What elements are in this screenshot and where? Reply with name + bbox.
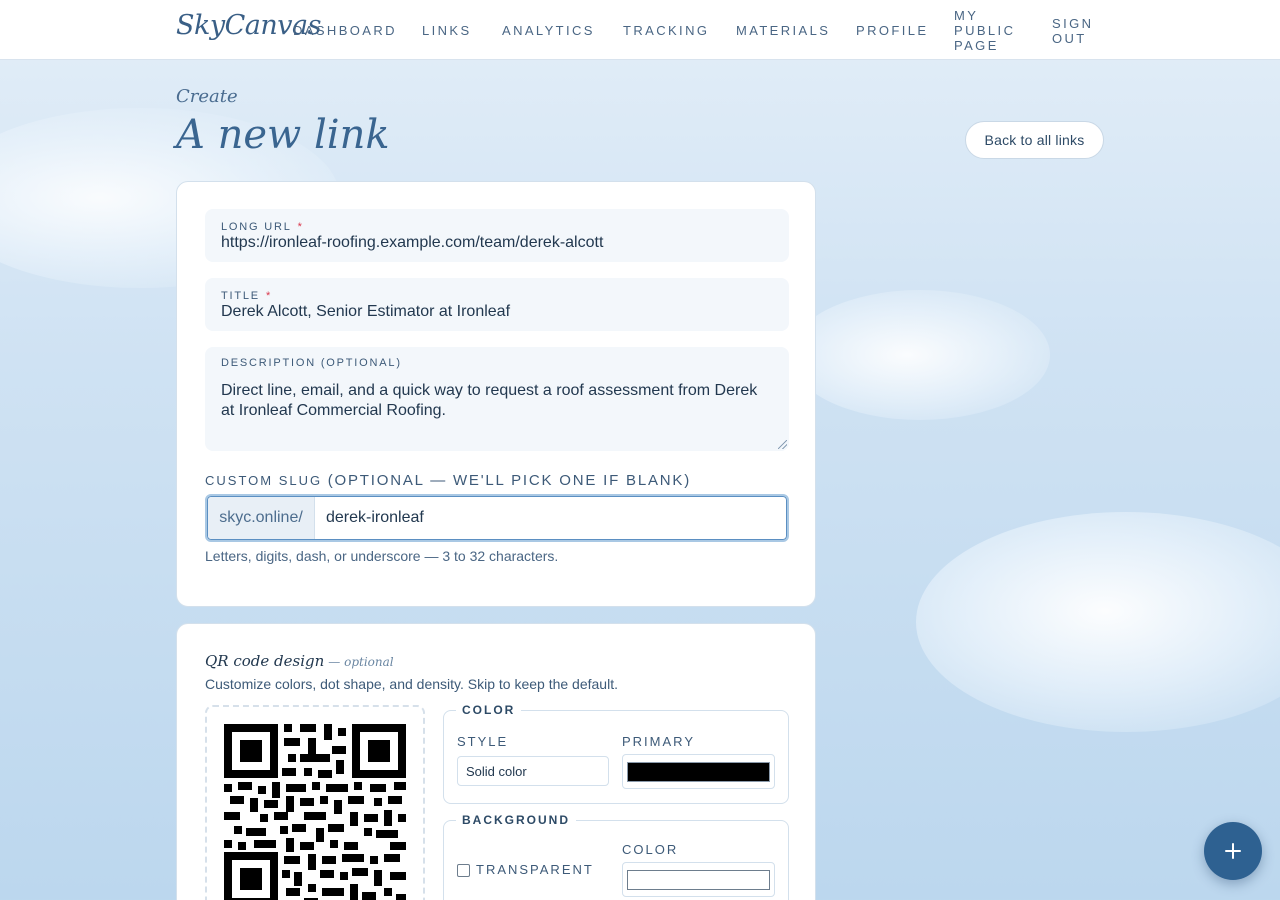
primary-color-swatch bbox=[627, 762, 770, 782]
page-title: A new link bbox=[176, 112, 390, 158]
long-url-input[interactable]: https://ironleaf-roofing.example.com/tea… bbox=[221, 234, 603, 252]
back-to-links-button[interactable]: Back to all links bbox=[965, 121, 1104, 159]
required-marker: * bbox=[297, 221, 304, 233]
qr-design-card: QR code design — optional Customize color… bbox=[176, 623, 816, 900]
breadcrumb: Create bbox=[176, 86, 238, 107]
background-color-swatch bbox=[627, 870, 770, 890]
background-color-picker[interactable] bbox=[622, 862, 775, 897]
nav-public-page-line: MY bbox=[954, 8, 979, 23]
slug-optional-note: (OPTIONAL — WE'LL PICK ONE IF BLANK) bbox=[327, 472, 692, 489]
nav-materials[interactable]: MATERIALS bbox=[736, 23, 830, 38]
transparent-checkbox[interactable] bbox=[457, 864, 470, 877]
slug-input[interactable]: derek-ironleaf bbox=[326, 509, 424, 527]
description-textarea[interactable]: Direct line, email, and a quick way to r… bbox=[221, 381, 773, 421]
description-field[interactable]: DESCRIPTION (OPTIONAL) Direct line, emai… bbox=[205, 347, 789, 451]
nav-public-page-line: PAGE bbox=[954, 38, 999, 53]
nav-analytics[interactable]: ANALYTICS bbox=[502, 23, 595, 38]
nav-sign-out[interactable]: SIGN OUT bbox=[1052, 16, 1093, 46]
long-url-field[interactable]: LONG URL * https://ironleaf-roofing.examp… bbox=[205, 209, 789, 262]
slug-prefix: skyc.online/ bbox=[208, 497, 315, 539]
qr-preview bbox=[205, 705, 425, 900]
nav-public-page[interactable]: MY PUBLIC PAGE bbox=[954, 8, 1015, 53]
primary-color-picker[interactable] bbox=[622, 754, 775, 789]
primary-color-label: PRIMARY bbox=[622, 734, 695, 749]
nav-public-page-line: PUBLIC bbox=[954, 23, 1016, 38]
cloud-decoration bbox=[916, 512, 1280, 732]
nav-links[interactable]: LINKS bbox=[422, 23, 472, 38]
style-select[interactable]: Solid color bbox=[457, 756, 609, 786]
qr-background-group: BACKGROUND TRANSPARENT COLOR bbox=[443, 813, 789, 900]
style-label: STYLE bbox=[457, 734, 509, 749]
description-label: DESCRIPTION (OPTIONAL) bbox=[221, 357, 402, 369]
qr-subtitle: Customize colors, dot shape, and density… bbox=[205, 676, 618, 692]
nav-dashboard[interactable]: DASHBOARD bbox=[293, 23, 397, 38]
resize-handle-icon[interactable] bbox=[778, 440, 787, 449]
create-fab-button[interactable] bbox=[1204, 822, 1262, 880]
nav-tracking[interactable]: TRACKING bbox=[623, 23, 709, 38]
plus-icon bbox=[1225, 843, 1241, 859]
title-field[interactable]: TITLE * Derek Alcott, Senior Estimator at… bbox=[205, 278, 789, 331]
qr-color-legend: COLOR bbox=[462, 703, 516, 717]
qr-heading: QR code design — optional bbox=[205, 652, 394, 670]
cloud-decoration bbox=[790, 290, 1050, 420]
slug-input-group[interactable]: skyc.online/ derek-ironleaf bbox=[205, 494, 789, 542]
nav-sign-out-line: OUT bbox=[1052, 31, 1087, 46]
qr-background-legend: BACKGROUND bbox=[462, 813, 570, 827]
qr-heading-optional: — optional bbox=[328, 655, 394, 669]
title-label: TITLE * bbox=[221, 290, 273, 302]
link-form-card: LONG URL * https://ironleaf-roofing.examp… bbox=[176, 181, 816, 607]
title-input[interactable]: Derek Alcott, Senior Estimator at Ironle… bbox=[221, 303, 510, 321]
long-url-label: LONG URL * bbox=[221, 221, 304, 233]
slug-label: CUSTOM SLUG (OPTIONAL — WE'LL PICK ONE I… bbox=[205, 472, 692, 489]
top-nav: SkyCanvas DASHBOARD LINKS ANALYTICS TRAC… bbox=[0, 0, 1280, 60]
background-color-label: COLOR bbox=[622, 842, 679, 857]
nav-sign-out-line: SIGN bbox=[1052, 16, 1094, 31]
nav-profile[interactable]: PROFILE bbox=[856, 23, 928, 38]
required-marker: * bbox=[265, 290, 273, 302]
qr-code-image bbox=[224, 724, 406, 900]
slug-hint: Letters, digits, dash, or underscore — 3… bbox=[205, 548, 559, 564]
qr-color-group: COLOR STYLE Solid color PRIMARY bbox=[443, 703, 789, 804]
transparent-label: TRANSPARENT bbox=[476, 862, 594, 877]
